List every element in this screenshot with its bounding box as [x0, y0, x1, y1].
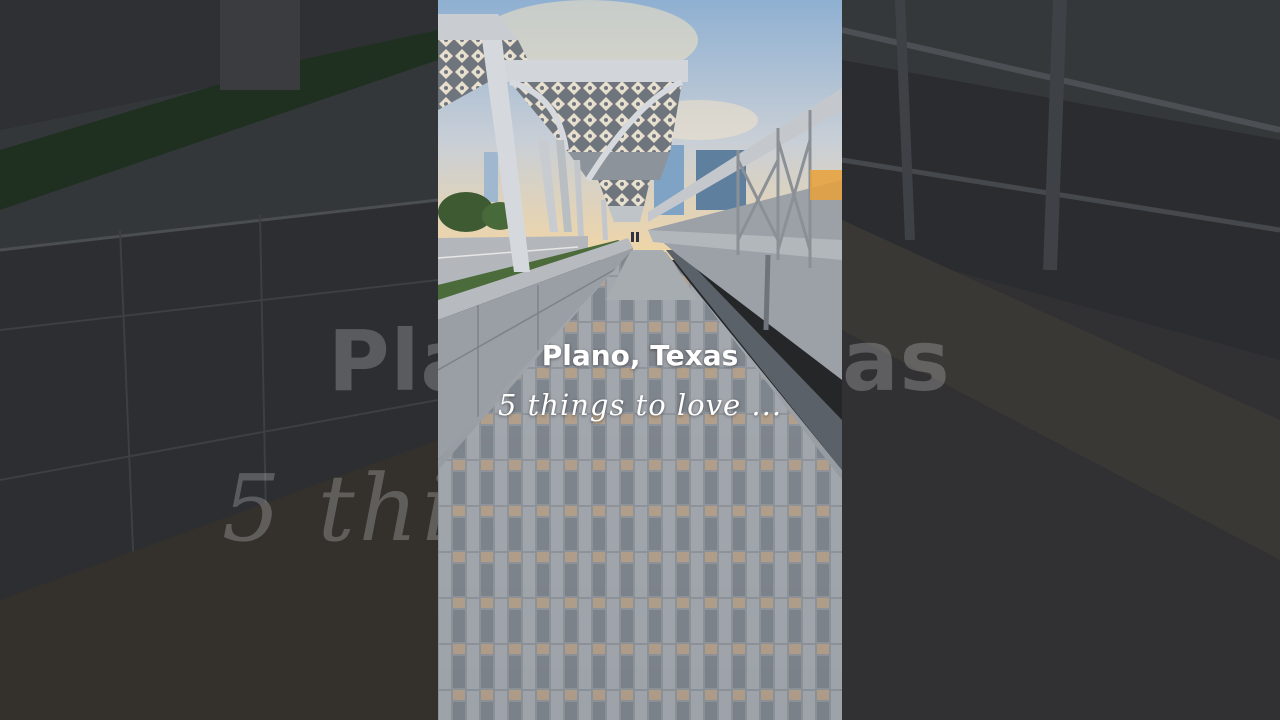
video-frame[interactable]: Plano, Texas 5 things to love ... [438, 0, 842, 720]
video-title: Plano, Texas [541, 339, 739, 372]
background-title-fragment-right: as [842, 312, 951, 410]
video-subtitle: 5 things to love ... [497, 388, 783, 422]
